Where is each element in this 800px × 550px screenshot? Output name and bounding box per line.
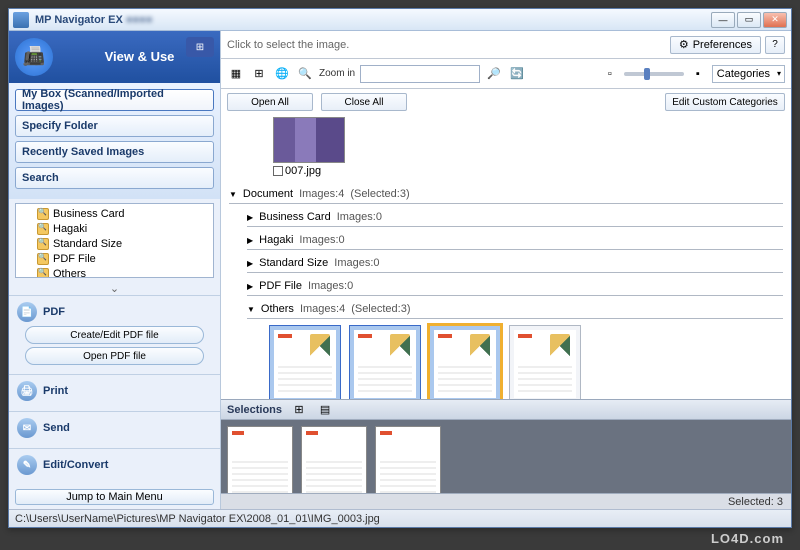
image-thumbnail[interactable]: ✓IMG_0002.jpg xyxy=(349,325,421,399)
sidebar-banner: 📠 View & Use ⊞ xyxy=(9,31,220,83)
group-header[interactable]: ▶PDF File Images:0 xyxy=(247,277,783,296)
image-thumbnail[interactable]: ✓IMG_0003.jpg xyxy=(429,325,501,399)
sel-list-icon[interactable]: ▤ xyxy=(316,401,334,419)
zoom-label: Zoom in xyxy=(319,68,355,79)
group-header[interactable]: ▶Hagaki Images:0 xyxy=(247,231,783,250)
print-section[interactable]: 🖨Print xyxy=(17,381,212,401)
refresh-thumbs-icon[interactable]: 🌐 xyxy=(273,65,291,83)
folder-icon xyxy=(37,223,49,235)
print-icon: 🖨 xyxy=(17,381,37,401)
open-pdf-button[interactable]: Open PDF file xyxy=(25,347,204,365)
send-icon: ✉ xyxy=(17,418,37,438)
hint-text: Click to select the image. xyxy=(227,39,349,51)
refresh-icon[interactable]: 🔄 xyxy=(508,65,526,83)
edit-categories-button[interactable]: Edit Custom Categories xyxy=(665,93,785,111)
pdf-label: PDF xyxy=(43,306,65,318)
pdf-icon: 📄 xyxy=(17,302,37,322)
top-toolbar: Click to select the image. ⚙Preferences … xyxy=(221,31,791,59)
pdf-section[interactable]: 📄 PDF xyxy=(17,302,212,322)
category-dropdown[interactable]: Categories xyxy=(712,65,785,83)
folder-icon xyxy=(37,268,49,278)
titlebar[interactable]: MP Navigator EX ■■■■ — ▭ ✕ xyxy=(9,9,791,31)
status-path: C:\Users\UserName\Pictures\MP Navigator … xyxy=(15,513,380,525)
folder-icon xyxy=(37,238,49,250)
selection-thumbnail[interactable] xyxy=(301,426,367,493)
close-button[interactable]: ✕ xyxy=(763,12,787,28)
thumb-grid-icon[interactable]: ⊞ xyxy=(250,65,268,83)
expand-down-icon[interactable]: ⌄ xyxy=(9,282,220,295)
disclosure-icon[interactable]: ▶ xyxy=(247,259,253,268)
group-header[interactable]: ▶Business Card Images:0 xyxy=(247,208,783,227)
main-panel: Click to select the image. ⚙Preferences … xyxy=(221,31,791,509)
thumb-large-icon[interactable]: ▦ xyxy=(227,65,245,83)
tree-item[interactable]: Business Card xyxy=(19,207,210,222)
selections-title: Selections xyxy=(227,404,282,416)
close-all-button[interactable]: Close All xyxy=(321,93,407,111)
open-all-button[interactable]: Open All xyxy=(227,93,313,111)
thumbnail-image[interactable] xyxy=(273,117,345,163)
sidebar-tab[interactable]: Recently Saved Images xyxy=(15,141,214,163)
disclosure-icon[interactable]: ▶ xyxy=(247,213,253,222)
group-header[interactable]: ▶Standard Size Images:0 xyxy=(247,254,783,273)
window-title: MP Navigator EX ■■■■ xyxy=(35,14,705,26)
app-icon xyxy=(13,12,29,28)
tree-item[interactable]: Others xyxy=(19,267,210,278)
jump-main-menu-button[interactable]: Jump to Main Menu xyxy=(15,489,214,505)
thumbnail[interactable]: 007.jpg xyxy=(273,117,345,177)
disclosure-icon[interactable]: ▶ xyxy=(247,282,253,291)
search-icon[interactable]: 🔎 xyxy=(485,65,503,83)
tree-item[interactable]: Hagaki xyxy=(19,222,210,237)
send-section[interactable]: ✉Send xyxy=(17,418,212,438)
selections-panel: Selections ⊞ ▤ Selected: 3 xyxy=(221,399,791,509)
keypad-icon[interactable]: ⊞ xyxy=(186,37,214,57)
thumb-size-slider[interactable] xyxy=(624,72,684,76)
sidebar: 📠 View & Use ⊞ My Box (Scanned/Imported … xyxy=(9,31,221,509)
image-thumbnail[interactable]: ✓IMG_0001.jpg xyxy=(269,325,341,399)
zoom-in-icon[interactable]: 🔍 xyxy=(296,65,314,83)
sel-grid-icon[interactable]: ⊞ xyxy=(290,401,308,419)
scanner-icon: 📠 xyxy=(15,38,53,76)
image-content[interactable]: 007.jpg ▼Document Images:4 (Selected:3) ▶… xyxy=(221,115,791,399)
selection-thumbnail[interactable] xyxy=(375,426,441,493)
disclosure-icon[interactable]: ▼ xyxy=(247,305,255,314)
edit-icon: ✎ xyxy=(17,455,37,475)
watermark: LO4D.com xyxy=(711,531,784,546)
sidebar-tab[interactable]: Search xyxy=(15,167,214,189)
disclosure-icon[interactable]: ▶ xyxy=(247,236,253,245)
thumb-large2-icon[interactable]: ▪ xyxy=(689,65,707,83)
selection-thumbnail[interactable] xyxy=(227,426,293,493)
sidebar-tab[interactable]: Specify Folder xyxy=(15,115,214,137)
search-input[interactable] xyxy=(360,65,480,83)
sliders-icon: ⚙ xyxy=(679,38,689,51)
view-toolbar: ▦ ⊞ 🌐 🔍 Zoom in 🔎 🔄 ▫ ▪ Categories xyxy=(221,59,791,89)
help-button[interactable]: ? xyxy=(765,36,785,54)
thumbnail-checkbox[interactable] xyxy=(273,166,283,176)
status-bar: C:\Users\UserName\Pictures\MP Navigator … xyxy=(9,509,791,527)
action-bar: Open All Close All Edit Custom Categorie… xyxy=(221,89,791,115)
create-pdf-button[interactable]: Create/Edit PDF file xyxy=(25,326,204,344)
app-window: MP Navigator EX ■■■■ — ▭ ✕ 📠 View & Use … xyxy=(8,8,792,528)
thumbnail-label: 007.jpg xyxy=(285,165,321,177)
maximize-button[interactable]: ▭ xyxy=(737,12,761,28)
tree-item[interactable]: PDF File xyxy=(19,252,210,267)
sidebar-tab[interactable]: My Box (Scanned/Imported Images) xyxy=(15,89,214,111)
folder-icon xyxy=(37,253,49,265)
group-header[interactable]: ▼Document Images:4 (Selected:3) xyxy=(229,185,783,204)
edit-convert-section[interactable]: ✎Edit/Convert xyxy=(17,455,212,475)
minimize-button[interactable]: — xyxy=(711,12,735,28)
group-header[interactable]: ▼Others Images:4 (Selected:3) xyxy=(247,300,783,319)
thumb-small2-icon[interactable]: ▫ xyxy=(601,65,619,83)
tree-item[interactable]: Standard Size xyxy=(19,237,210,252)
category-tree[interactable]: Business CardHagakiStandard SizePDF File… xyxy=(15,203,214,278)
preferences-button[interactable]: ⚙Preferences xyxy=(670,36,761,54)
folder-icon xyxy=(37,208,49,220)
image-thumbnail[interactable]: IMG_0004.jpg xyxy=(509,325,581,399)
disclosure-icon[interactable]: ▼ xyxy=(229,190,237,199)
selection-count: Selected: 3 xyxy=(728,496,783,508)
